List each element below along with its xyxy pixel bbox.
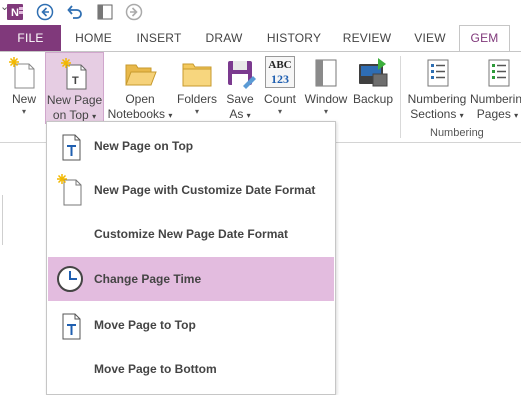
- onenote-logo-icon[interactable]: N: [6, 3, 24, 21]
- menu-item-move-page-to-top[interactable]: Move Page to Top: [48, 303, 334, 347]
- numbering-sections-label-1: Numbering: [407, 92, 467, 106]
- chevron-down-icon: ▾: [21, 107, 26, 116]
- tab-view[interactable]: VIEW: [402, 25, 458, 51]
- folders-button[interactable]: Folders ▾: [174, 52, 220, 124]
- numbering-sections-label-2: Sections: [410, 107, 457, 121]
- open-label-2: Notebooks: [107, 107, 165, 121]
- chevron-down-icon: ▾: [168, 111, 173, 120]
- menu-item-label: New Page with Customize Date Format: [94, 183, 316, 197]
- new-page-on-top-label-1: New Page: [46, 93, 103, 107]
- chevron-down-icon: ▾: [459, 111, 464, 120]
- tab-history[interactable]: HISTORY: [256, 25, 332, 51]
- ribbon-tab-bar: FILE HOME INSERT DRAW HISTORY REVIEW VIE…: [0, 25, 521, 51]
- numbering-sections-button[interactable]: Numbering Sections ▾: [404, 52, 470, 124]
- numbering-pages-label-1: Numbering: [470, 92, 521, 106]
- chevron-down-icon: ▾: [514, 111, 519, 120]
- numbering-pages-icon: [481, 56, 515, 90]
- chevron-down-icon: ▾: [323, 107, 328, 116]
- new-page-icon: [56, 174, 86, 206]
- dock-to-desktop-icon[interactable]: [96, 3, 114, 21]
- folders-label: Folders: [176, 92, 217, 106]
- save-label-2: As: [229, 107, 244, 121]
- count-icon: ABC 123: [265, 56, 295, 88]
- tab-draw[interactable]: DRAW: [192, 25, 256, 51]
- menu-item-label: Customize New Page Date Format: [94, 227, 289, 241]
- new-page-icon: [7, 56, 41, 90]
- folder-icon: [180, 56, 214, 90]
- menu-item-new-page-custom-date[interactable]: New Page with Customize Date Format: [48, 168, 334, 212]
- tab-insert[interactable]: INSERT: [126, 25, 192, 51]
- menu-item-move-page-to-bottom[interactable]: Move Page to Bottom: [48, 347, 334, 391]
- menu-item-label: Move Page to Top: [94, 318, 196, 332]
- quick-access-toolbar: N ⌄: [0, 0, 521, 25]
- numbering-pages-button[interactable]: NumberingPages ▾: [470, 52, 521, 124]
- window-button[interactable]: Window ▾: [302, 52, 350, 124]
- chevron-down-icon: ▾: [246, 111, 251, 120]
- menu-item-change-page-time[interactable]: Change Page Time: [48, 257, 334, 301]
- window-icon: [309, 56, 343, 90]
- page-t-icon: [56, 130, 86, 162]
- forward-icon[interactable]: [125, 3, 143, 21]
- tab-file[interactable]: FILE: [0, 25, 61, 51]
- new-page-on-top-button[interactable]: T New Page on Top ▾: [45, 52, 104, 124]
- page-edge: [2, 195, 3, 245]
- chevron-down-icon: ▾: [194, 107, 199, 116]
- menu-item-label: Change Page Time: [94, 272, 202, 286]
- new-page-on-top-label-2: on Top: [52, 108, 89, 122]
- count-icon-abc: ABC: [268, 59, 292, 71]
- open-folder-icon: [123, 56, 157, 90]
- open-label-1: Open: [125, 92, 155, 106]
- svg-text:T: T: [72, 75, 79, 87]
- undo-icon[interactable]: [66, 3, 84, 21]
- backup-button[interactable]: Backup: [350, 52, 396, 124]
- new-button[interactable]: New ▾: [4, 52, 44, 124]
- open-notebooks-button[interactable]: Open Notebooks ▾: [105, 52, 175, 124]
- save-label-1: Save: [226, 92, 254, 106]
- menu-item-label: Move Page to Bottom: [94, 362, 217, 376]
- chevron-down-icon: ▾: [92, 112, 97, 121]
- menu-item-label: New Page on Top: [94, 139, 194, 153]
- numbering-sections-icon: [420, 56, 454, 90]
- backup-icon: [356, 56, 390, 90]
- count-label: Count: [263, 92, 297, 106]
- backup-label: Backup: [352, 92, 394, 106]
- save-as-button[interactable]: Save As ▾: [222, 52, 258, 124]
- numbering-group-label: Numbering: [430, 127, 484, 139]
- window-label: Window: [304, 92, 348, 106]
- new-page-on-top-menu: New Page on Top New Page with Customize …: [46, 121, 336, 395]
- group-separator: [400, 56, 401, 138]
- numbering-pages-label-2: Pages: [476, 107, 511, 121]
- tab-review[interactable]: REVIEW: [332, 25, 402, 51]
- svg-text:N: N: [11, 7, 19, 19]
- clock-icon: [56, 263, 86, 295]
- count-icon-123: 123: [271, 72, 289, 86]
- page-t-icon: [56, 309, 86, 341]
- save-as-icon: [223, 56, 257, 90]
- chevron-down-icon: ▾: [277, 107, 282, 116]
- menu-item-new-page-on-top[interactable]: New Page on Top: [48, 124, 334, 168]
- menu-item-customize-date-format[interactable]: Customize New Page Date Format: [48, 212, 334, 256]
- new-page-on-top-icon: T: [58, 57, 92, 91]
- new-label: New: [11, 92, 36, 106]
- tab-home[interactable]: HOME: [61, 25, 126, 51]
- count-button[interactable]: ABC 123 Count ▾: [260, 52, 300, 124]
- back-icon[interactable]: [36, 3, 54, 21]
- tab-gem[interactable]: GEM: [459, 25, 510, 51]
